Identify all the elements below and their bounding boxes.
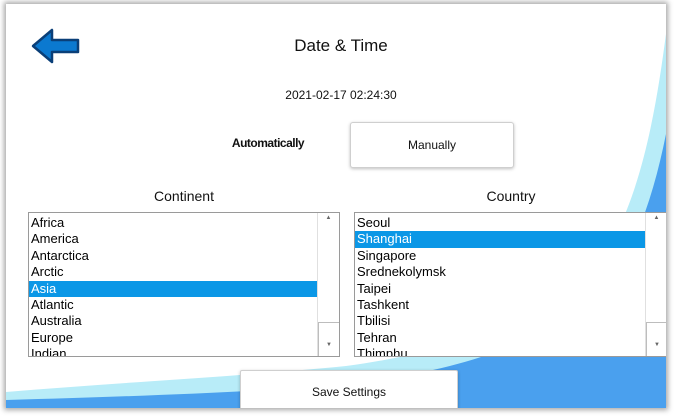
scroll-down-icon[interactable]: ▼	[646, 322, 666, 356]
scroll-up-icon[interactable]: ▲	[646, 215, 666, 227]
current-datetime: 2021-02-17 02:24:30	[285, 88, 397, 102]
continent-list-item[interactable]: Atlantic	[29, 297, 317, 313]
country-list-item[interactable]: Tbilisi	[355, 313, 645, 329]
country-listbox[interactable]: Seoul Shanghai Singapore Srednekolymsk Taipe…	[354, 212, 666, 357]
settings-panel: Date & Time 2021-02-17 02:24:30 Automati…	[6, 4, 666, 408]
country-list-item[interactable]: Srednekolymsk	[355, 264, 645, 280]
continent-list-item[interactable]: Europe	[29, 330, 317, 346]
country-list-item[interactable]: Seoul	[355, 215, 645, 231]
continent-listbox[interactable]: Africa America Antarctica Arctic Asia Atlanti…	[28, 212, 340, 357]
continent-list-item[interactable]: Indian	[29, 346, 317, 356]
country-list-item[interactable]: Shanghai	[355, 231, 645, 248]
continent-items: Africa America Antarctica Arctic Asia Atlanti…	[29, 215, 317, 356]
automatically-option[interactable]: Automatically	[218, 136, 318, 150]
country-list-item[interactable]: Tehran	[355, 330, 645, 346]
continent-label: Continent	[154, 188, 214, 204]
country-list-item[interactable]: Taipei	[355, 281, 645, 297]
scroll-up-icon[interactable]: ▲	[318, 215, 339, 227]
scroll-down-icon[interactable]: ▼	[318, 322, 339, 356]
manually-button[interactable]: Manually	[350, 122, 514, 168]
country-list-item[interactable]: Thimphu	[355, 346, 645, 356]
page-title: Date & Time	[294, 36, 388, 55]
country-list-item[interactable]: Singapore	[355, 248, 645, 264]
continent-list-item[interactable]: Asia	[29, 280, 317, 297]
continent-list-item[interactable]: Antarctica	[29, 248, 317, 264]
continent-scrollbar[interactable]: ▲ ▼	[317, 213, 339, 356]
continent-list-item[interactable]: Australia	[29, 313, 317, 329]
continent-list-item[interactable]: America	[29, 231, 317, 247]
continent-list-item[interactable]: Arctic	[29, 264, 317, 280]
save-settings-button[interactable]: Save Settings	[240, 370, 458, 408]
continent-list-item[interactable]: Africa	[29, 215, 317, 231]
country-label: Country	[486, 188, 536, 204]
country-list-item[interactable]: Tashkent	[355, 297, 645, 313]
country-scrollbar[interactable]: ▲ ▼	[645, 213, 666, 356]
country-items: Seoul Shanghai Singapore Srednekolymsk Taipe…	[355, 215, 645, 356]
